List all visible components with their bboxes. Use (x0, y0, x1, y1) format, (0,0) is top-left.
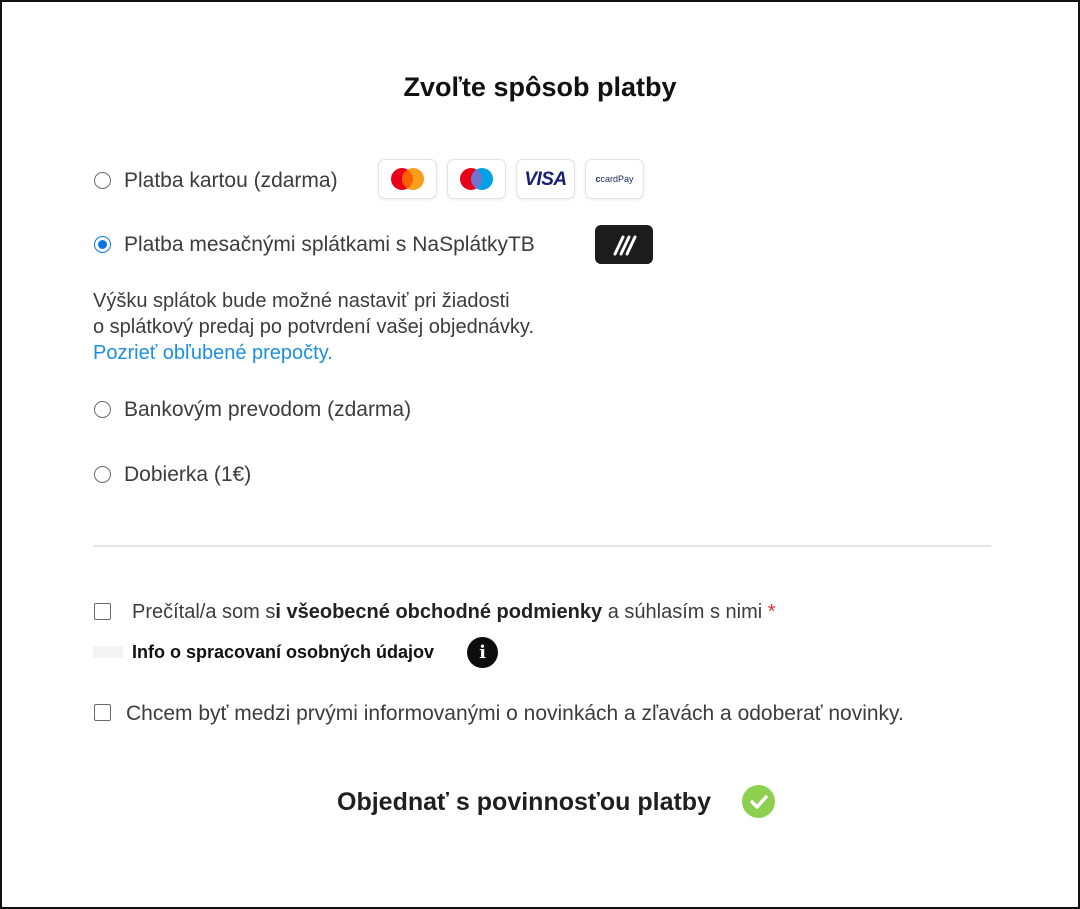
terms-label[interactable]: Prečítal/a som si všeobecné obchodné pod… (132, 601, 776, 624)
option-label-bank-transfer[interactable]: Bankovým prevodom (zdarma) (124, 398, 411, 422)
page-title: Zvoľte spôsob platby (403, 72, 677, 102)
option-label-cash-on-delivery[interactable]: Dobierka (1€) (124, 463, 251, 487)
payment-panel: Zvoľte spôsob platby Platba kartou (zdar… (0, 0, 1080, 909)
radio-bank-transfer[interactable] (94, 401, 111, 418)
installments-calculations-link[interactable]: Pozrieť obľubené prepočty. (93, 342, 333, 365)
terms-link[interactable]: i všeobecné obchodné podmienky (275, 601, 602, 623)
option-label-card[interactable]: Platba kartou (zdarma) (124, 169, 338, 193)
installments-description-line1: Výšku splátok bude možné nastaviť pri ži… (93, 290, 510, 312)
submit-order-button[interactable]: Objednať s povinnosťou platby (337, 788, 711, 817)
maestro-logo-icon (447, 159, 506, 199)
cardpay-logo-text: ccardPay (595, 174, 634, 184)
radio-cash-on-delivery[interactable] (94, 466, 111, 483)
nasplatkytb-logo-icon (595, 225, 653, 264)
terms-suffix-text: a súhlasím s nimi (602, 601, 768, 623)
visa-logo-icon: VISA (516, 159, 575, 199)
gdpr-info-label: Info o spracovaní osobných údajov (132, 642, 435, 662)
divider (93, 545, 991, 547)
terms-prefix-text: Prečítal/a som s (132, 601, 276, 623)
cardpay-logo-icon: ccardPay (585, 159, 644, 199)
mastercard-logo-icon (378, 159, 437, 199)
newsletter-label[interactable]: Chcem byť medzi prvými informovanými o n… (126, 702, 904, 726)
terms-checkbox[interactable] (94, 603, 111, 620)
required-asterisk: * (767, 601, 776, 623)
newsletter-checkbox[interactable] (94, 704, 111, 721)
option-label-installments[interactable]: Platba mesačnými splátkami s NaSplátkyTB (124, 233, 535, 257)
radio-card-payment[interactable] (94, 172, 111, 189)
gdpr-placeholder (93, 646, 123, 658)
visa-logo-text: VISA (524, 169, 567, 190)
installments-description-line2: o splátkový predaj po potvrdení vašej ob… (93, 316, 535, 338)
check-circle-icon[interactable] (742, 785, 775, 818)
info-icon[interactable]: i (467, 637, 498, 668)
radio-installments[interactable] (94, 236, 111, 253)
